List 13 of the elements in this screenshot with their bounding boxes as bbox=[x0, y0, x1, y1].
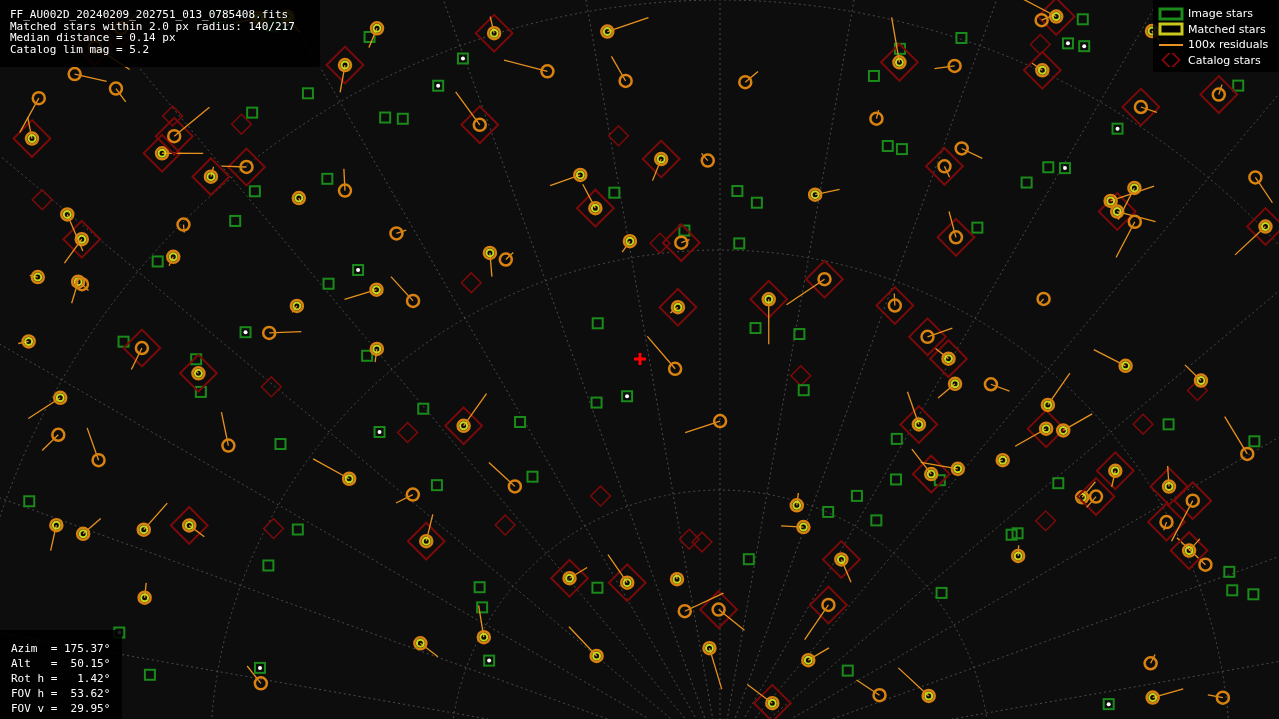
pointing-text: Rot h = 1.42° bbox=[11, 671, 112, 686]
info-text: FF_AU002D_20240209_202751_013_0785408.fits bbox=[10, 9, 290, 21]
info-text: Median distance = 0.14 px bbox=[10, 32, 176, 44]
pointing-text: FOV v = 29.95° bbox=[11, 701, 112, 716]
legend-label: Image stars bbox=[1188, 7, 1253, 21]
legend-label: Catalog stars bbox=[1188, 53, 1261, 67]
pointing-text: Azim = 175.37° bbox=[11, 641, 112, 656]
info-text: Catalog lim mag = 5.2 bbox=[10, 43, 151, 55]
legend-label: Matched stars bbox=[1188, 22, 1266, 36]
info-text: Matched stars within 2.0 px radius: 140/217 bbox=[10, 20, 296, 32]
pointing-text: FOV h = 53.62° bbox=[11, 686, 112, 701]
legend-label: 100x residuals bbox=[1188, 38, 1269, 52]
pointing-text: Alt = 50.15° bbox=[11, 656, 112, 671]
